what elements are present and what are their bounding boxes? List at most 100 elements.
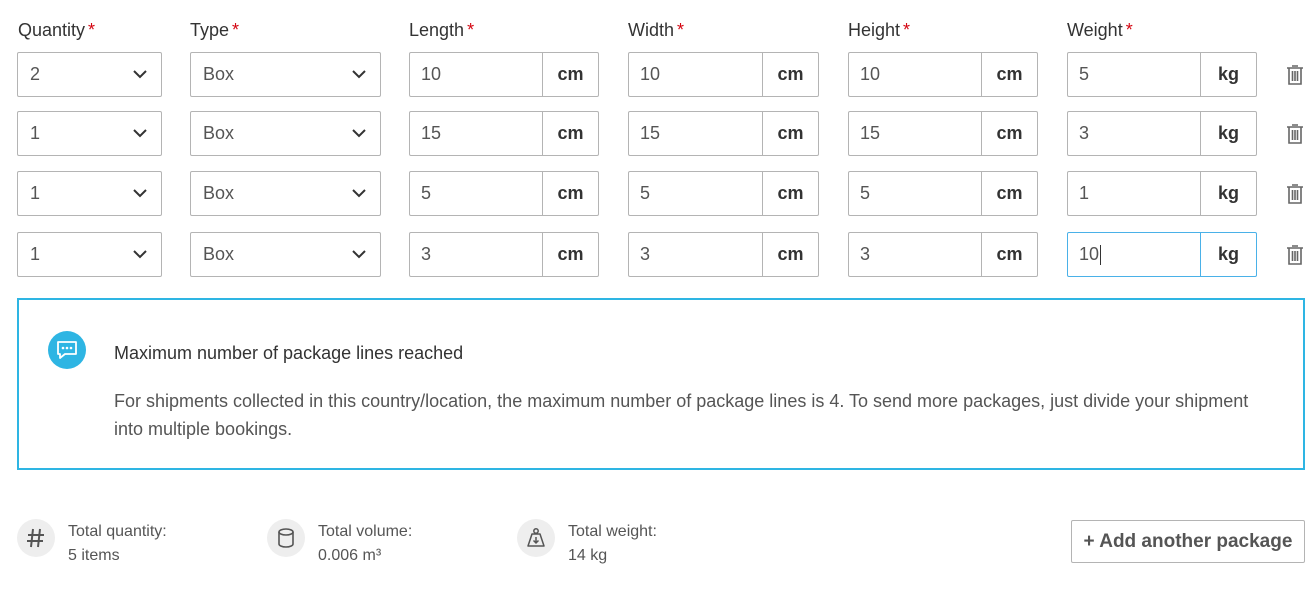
summary-volume-value: 0.006 m³	[318, 547, 382, 564]
summary-weight-label: Total weight:	[568, 523, 657, 540]
quantity-value: 2	[30, 64, 41, 84]
height-value: 15	[860, 123, 881, 143]
weight-input[interactable]: 5 kg	[1067, 52, 1257, 97]
width-input[interactable]: 5 cm	[628, 171, 819, 216]
chevron-down-icon	[352, 70, 366, 79]
width-value: 15	[640, 123, 661, 143]
required-marker: *	[88, 20, 96, 40]
type-select[interactable]: Box	[190, 171, 381, 216]
unit-label: cm	[542, 233, 598, 276]
width-value: 10	[640, 64, 661, 84]
type-select[interactable]: Box	[190, 52, 381, 97]
type-value: Box	[203, 244, 235, 264]
height-input[interactable]: 3 cm	[848, 232, 1038, 277]
required-marker: *	[1125, 20, 1133, 40]
header-weight: Weight *	[1067, 20, 1133, 41]
type-select[interactable]: Box	[190, 232, 381, 277]
length-input[interactable]: 10 cm	[409, 52, 599, 97]
summary-quantity-value: 5 items	[68, 547, 120, 564]
weight-value: 1	[1079, 183, 1090, 203]
unit-label: cm	[762, 172, 818, 215]
header-length-label: Length	[409, 20, 465, 40]
quantity-select[interactable]: 1	[17, 171, 162, 216]
unit-label: kg	[1200, 172, 1256, 215]
width-value: 3	[640, 244, 651, 264]
required-marker: *	[903, 20, 911, 40]
quantity-select[interactable]: 1	[17, 111, 162, 156]
unit-label: kg	[1200, 112, 1256, 155]
text-caret	[1100, 245, 1102, 266]
summary-quantity-label: Total quantity:	[68, 523, 167, 540]
chevron-down-icon	[352, 129, 366, 138]
trash-icon[interactable]	[1286, 183, 1304, 205]
chevron-down-icon	[133, 189, 147, 198]
length-input[interactable]: 15 cm	[409, 111, 599, 156]
height-input[interactable]: 10 cm	[848, 52, 1038, 97]
package-row: 2 Box 10 cm 10 cm 10 cm 5 kg	[0, 52, 1306, 98]
add-package-button[interactable]: + Add another package	[1071, 520, 1305, 563]
unit-label: cm	[981, 112, 1037, 155]
unit-label: cm	[981, 172, 1037, 215]
quantity-select[interactable]: 1	[17, 232, 162, 277]
notice-text: For shipments collected in this country/…	[114, 391, 1249, 439]
quantity-select[interactable]: 2	[17, 52, 162, 97]
header-type: Type *	[190, 20, 239, 41]
chevron-down-icon	[133, 129, 147, 138]
header-width: Width *	[628, 20, 684, 41]
header-length: Length *	[409, 20, 474, 41]
type-value: Box	[203, 64, 235, 84]
required-marker: *	[467, 20, 475, 40]
header-width-label: Width	[628, 20, 675, 40]
width-input[interactable]: 15 cm	[628, 111, 819, 156]
summary-weight-value: 14 kg	[568, 547, 608, 564]
hash-icon	[17, 519, 55, 557]
width-input[interactable]: 3 cm	[628, 232, 819, 277]
type-value: Box	[203, 123, 235, 143]
package-row: 1 Box 15 cm 15 cm 15 cm 3 kg	[0, 111, 1306, 157]
weight-input[interactable]: 1 kg	[1067, 171, 1257, 216]
chevron-down-icon	[352, 189, 366, 198]
header-type-label: Type	[190, 20, 230, 40]
length-value: 3	[421, 244, 432, 264]
summary-volume-label: Total volume:	[318, 523, 413, 540]
weight-value: 10	[1079, 244, 1100, 264]
notice-title: Maximum number of package lines reached	[114, 343, 464, 363]
type-select[interactable]: Box	[190, 111, 381, 156]
length-input[interactable]: 3 cm	[409, 232, 599, 277]
header-height-label: Height	[848, 20, 901, 40]
quantity-value: 1	[30, 123, 41, 143]
quantity-value: 1	[30, 183, 41, 203]
scale-icon	[517, 519, 555, 557]
unit-label: cm	[542, 112, 598, 155]
length-value: 10	[421, 64, 442, 84]
length-input[interactable]: 5 cm	[409, 171, 599, 216]
unit-label: kg	[1200, 233, 1256, 276]
header-quantity-label: Quantity	[18, 20, 86, 40]
width-input[interactable]: 10 cm	[628, 52, 819, 97]
height-value: 3	[860, 244, 871, 264]
cylinder-icon	[267, 519, 305, 557]
weight-value-wrap: 10	[1079, 244, 1102, 266]
quantity-value: 1	[30, 244, 41, 264]
weight-input[interactable]: 10 kg	[1067, 232, 1257, 277]
chevron-down-icon	[133, 70, 147, 79]
chevron-down-icon	[352, 250, 366, 259]
unit-label: kg	[1200, 53, 1256, 96]
unit-label: cm	[981, 233, 1037, 276]
max-lines-notice: Maximum number of package lines reached …	[17, 298, 1305, 470]
weight-value: 3	[1079, 123, 1090, 143]
height-input[interactable]: 5 cm	[848, 171, 1038, 216]
trash-icon[interactable]	[1286, 123, 1304, 145]
type-value: Box	[203, 183, 235, 203]
trash-icon[interactable]	[1286, 244, 1304, 266]
required-marker: *	[677, 20, 685, 40]
unit-label: cm	[762, 233, 818, 276]
unit-label: cm	[762, 112, 818, 155]
unit-label: cm	[762, 53, 818, 96]
trash-icon[interactable]	[1286, 64, 1304, 86]
chat-bubble-icon	[48, 331, 86, 369]
weight-input[interactable]: 3 kg	[1067, 111, 1257, 156]
package-row: 1 Box 5 cm 5 cm 5 cm 1 kg	[0, 171, 1306, 217]
height-input[interactable]: 15 cm	[848, 111, 1038, 156]
height-value: 5	[860, 183, 871, 203]
